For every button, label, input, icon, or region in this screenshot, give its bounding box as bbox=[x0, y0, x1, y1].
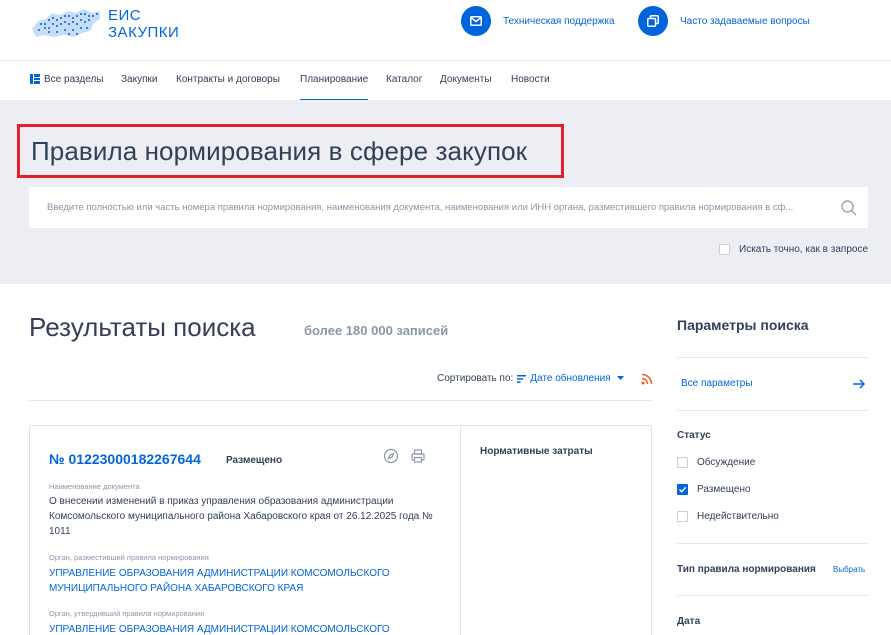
logo-text: ЕИС ЗАКУПКИ bbox=[108, 7, 179, 41]
page-title: Правила нормирования в сфере закупок bbox=[31, 136, 528, 166]
arrow-right-icon[interactable] bbox=[852, 377, 866, 391]
approved-by-label: Орган, утвердивший правила нормирования bbox=[49, 609, 205, 618]
status-badge: Размещено bbox=[226, 455, 283, 466]
result-card: № 01223000182267644 Размещено Наименован… bbox=[29, 425, 652, 635]
status-option-label: Недействительно bbox=[697, 511, 779, 522]
checkbox[interactable] bbox=[677, 457, 688, 468]
russia-map-icon bbox=[32, 9, 100, 37]
copy-icon bbox=[638, 6, 668, 36]
divider bbox=[677, 543, 868, 544]
rule-type-filter-title: Тип правила нормирования bbox=[677, 564, 816, 575]
rss-icon[interactable] bbox=[641, 373, 653, 385]
site-header: ЕИС ЗАКУПКИ Техническая поддержка Часто … bbox=[0, 0, 891, 60]
faq-label: Часто задаваемые вопросы bbox=[680, 15, 810, 27]
divider bbox=[677, 357, 868, 358]
search-icon[interactable] bbox=[840, 199, 858, 217]
search-params-title: Параметры поиска bbox=[677, 317, 809, 333]
tech-support-link[interactable]: Техническая поддержка bbox=[461, 6, 615, 36]
checkbox-checked[interactable] bbox=[677, 484, 688, 495]
checkmark-icon bbox=[678, 486, 687, 493]
status-option-invalid[interactable]: Недействительно bbox=[677, 511, 779, 522]
nav-item-contracts[interactable]: Контракты и договоры bbox=[176, 61, 280, 101]
status-option-label: Обсуждение bbox=[697, 457, 756, 468]
nav-item-all-sections[interactable]: Все разделы bbox=[30, 61, 103, 101]
logo-line-1: ЕИС bbox=[108, 7, 142, 24]
nav-item-documents[interactable]: Документы bbox=[440, 61, 492, 101]
choose-rule-type-link[interactable]: Выбрать bbox=[833, 565, 865, 574]
sections-icon bbox=[30, 74, 40, 85]
status-option-discussion[interactable]: Обсуждение bbox=[677, 457, 755, 468]
all-params-link[interactable]: Все параметры bbox=[681, 378, 753, 389]
nav-item-planning[interactable]: Планирование bbox=[300, 61, 369, 101]
nav-item-news[interactable]: Новости bbox=[511, 61, 550, 101]
eis-logo[interactable]: ЕИС ЗАКУПКИ bbox=[30, 5, 190, 45]
logo-line-2: ЗАКУПКИ bbox=[108, 24, 180, 41]
checkbox[interactable] bbox=[677, 511, 688, 522]
faq-link[interactable]: Часто задаваемые вопросы bbox=[638, 6, 810, 36]
norm-costs-label: Нормативные затраты bbox=[480, 446, 593, 457]
nav-item-purchases[interactable]: Закупки bbox=[121, 61, 157, 101]
rule-number-link[interactable]: № 01223000182267644 bbox=[49, 451, 201, 467]
tech-support-label: Техническая поддержка bbox=[503, 15, 615, 27]
sort-label: Сортировать по: bbox=[437, 373, 514, 384]
search-input[interactable] bbox=[47, 187, 832, 228]
exact-search-option[interactable]: Искать точно, как в запросе bbox=[719, 244, 868, 255]
divider bbox=[677, 410, 868, 411]
placed-by-org-link[interactable]: УПРАВЛЕНИЕ ОБРАЗОВАНИЯ АДМИНИСТРАЦИИ КОМ… bbox=[49, 566, 444, 596]
doc-name-label: Наименование документа bbox=[49, 482, 140, 491]
approved-by-org-link[interactable]: УПРАВЛЕНИЕ ОБРАЗОВАНИЯ АДМИНИСТРАЦИИ КОМ… bbox=[49, 622, 444, 635]
search-banner: Правила нормирования в сфере закупок Иск… bbox=[0, 100, 891, 284]
card-divider bbox=[460, 426, 461, 635]
sort-value[interactable]: Дате обновления bbox=[530, 373, 610, 384]
exact-search-label: Искать точно, как в запросе bbox=[739, 244, 868, 255]
search-box bbox=[29, 187, 868, 228]
status-option-label: Размещено bbox=[697, 484, 751, 495]
print-icon[interactable] bbox=[410, 448, 426, 464]
status-option-placed[interactable]: Размещено bbox=[677, 484, 751, 495]
divider bbox=[677, 595, 868, 596]
doc-name: О внесении изменений в приказ управления… bbox=[49, 496, 433, 537]
results-count: более 180 000 записей bbox=[304, 323, 449, 338]
main-nav: Все разделы Закупки Контракты и договоры… bbox=[0, 60, 891, 101]
sort-icon bbox=[517, 374, 527, 383]
chevron-down-icon bbox=[616, 376, 624, 380]
status-filter-title: Статус bbox=[677, 430, 711, 441]
date-filter-title: Дата bbox=[677, 616, 701, 627]
compass-icon[interactable] bbox=[383, 448, 399, 464]
placed-by-label: Орган, разместивший правила нормирования bbox=[49, 553, 209, 562]
sort-control[interactable]: Сортировать по: Дате обновления bbox=[437, 373, 624, 384]
mail-icon bbox=[461, 6, 491, 36]
page: ЕИС ЗАКУПКИ Техническая поддержка Часто … bbox=[0, 0, 891, 635]
nav-item-catalog[interactable]: Каталог bbox=[386, 61, 422, 101]
results-title: Результаты поиска bbox=[29, 312, 256, 342]
divider bbox=[29, 400, 652, 401]
nav-label: Все разделы bbox=[44, 74, 104, 85]
title-highlight-box: Правила нормирования в сфере закупок bbox=[17, 124, 564, 178]
exact-search-checkbox[interactable] bbox=[719, 244, 730, 255]
